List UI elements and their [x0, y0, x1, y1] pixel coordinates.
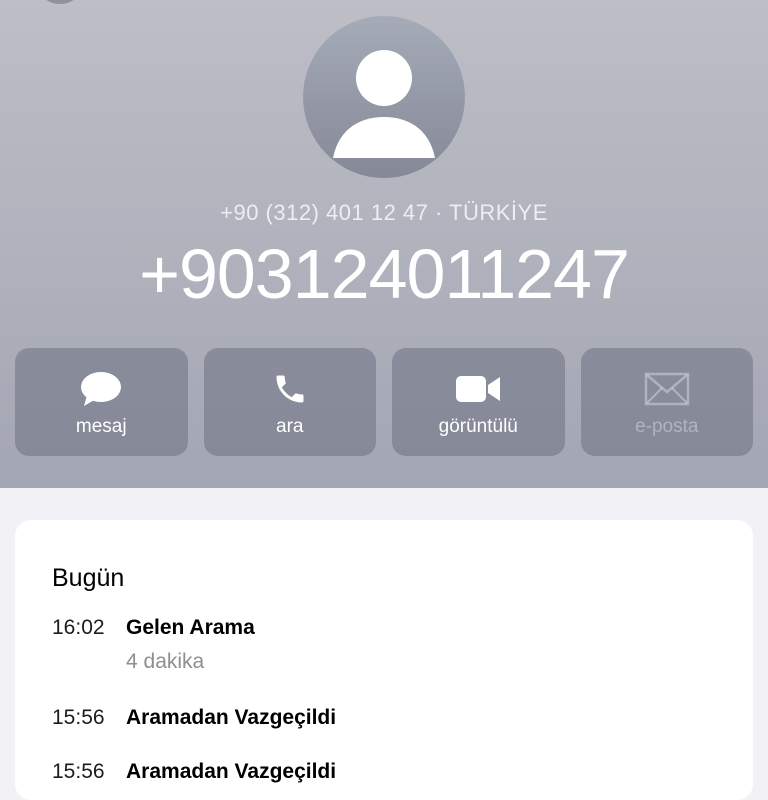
video-label: görüntülü: [438, 416, 518, 437]
call-type: Gelen Arama: [126, 616, 255, 639]
call-type: Aramadan Vazgeçildi: [126, 760, 337, 783]
avatar: [303, 16, 465, 178]
contact-number[interactable]: +903124011247: [0, 236, 768, 312]
call-history-card: Bugün 16:02 Gelen Arama 4 dakika 15:56 A…: [15, 520, 753, 800]
message-button[interactable]: mesaj: [15, 348, 188, 456]
person-silhouette-icon: [333, 50, 435, 158]
action-bar: mesaj ara görüntülü e-posta: [15, 348, 753, 456]
phone-icon: [272, 370, 308, 408]
message-bubble-icon: [79, 370, 123, 408]
contact-header: +90 (312) 401 12 47 · TÜRKİYE +903124011…: [0, 0, 768, 488]
envelope-icon: [644, 370, 690, 408]
section-title: Bugün: [52, 564, 125, 592]
contact-subtitle: +90 (312) 401 12 47 · TÜRKİYE: [220, 200, 548, 225]
call-time: 15:56: [52, 706, 105, 729]
email-button[interactable]: e-posta: [580, 348, 753, 456]
call-duration: 4 dakika: [126, 650, 205, 673]
video-button[interactable]: görüntülü: [392, 348, 565, 456]
call-button[interactable]: ara: [203, 348, 376, 456]
call-type: Aramadan Vazgeçildi: [126, 706, 337, 729]
message-label: mesaj: [75, 416, 127, 437]
call-time: 15:56: [52, 760, 105, 783]
back-button[interactable]: [40, 0, 80, 4]
call-label: ara: [276, 416, 304, 437]
call-time: 16:02: [52, 616, 105, 639]
email-label: e-posta: [635, 416, 699, 437]
video-camera-icon: [455, 370, 501, 408]
